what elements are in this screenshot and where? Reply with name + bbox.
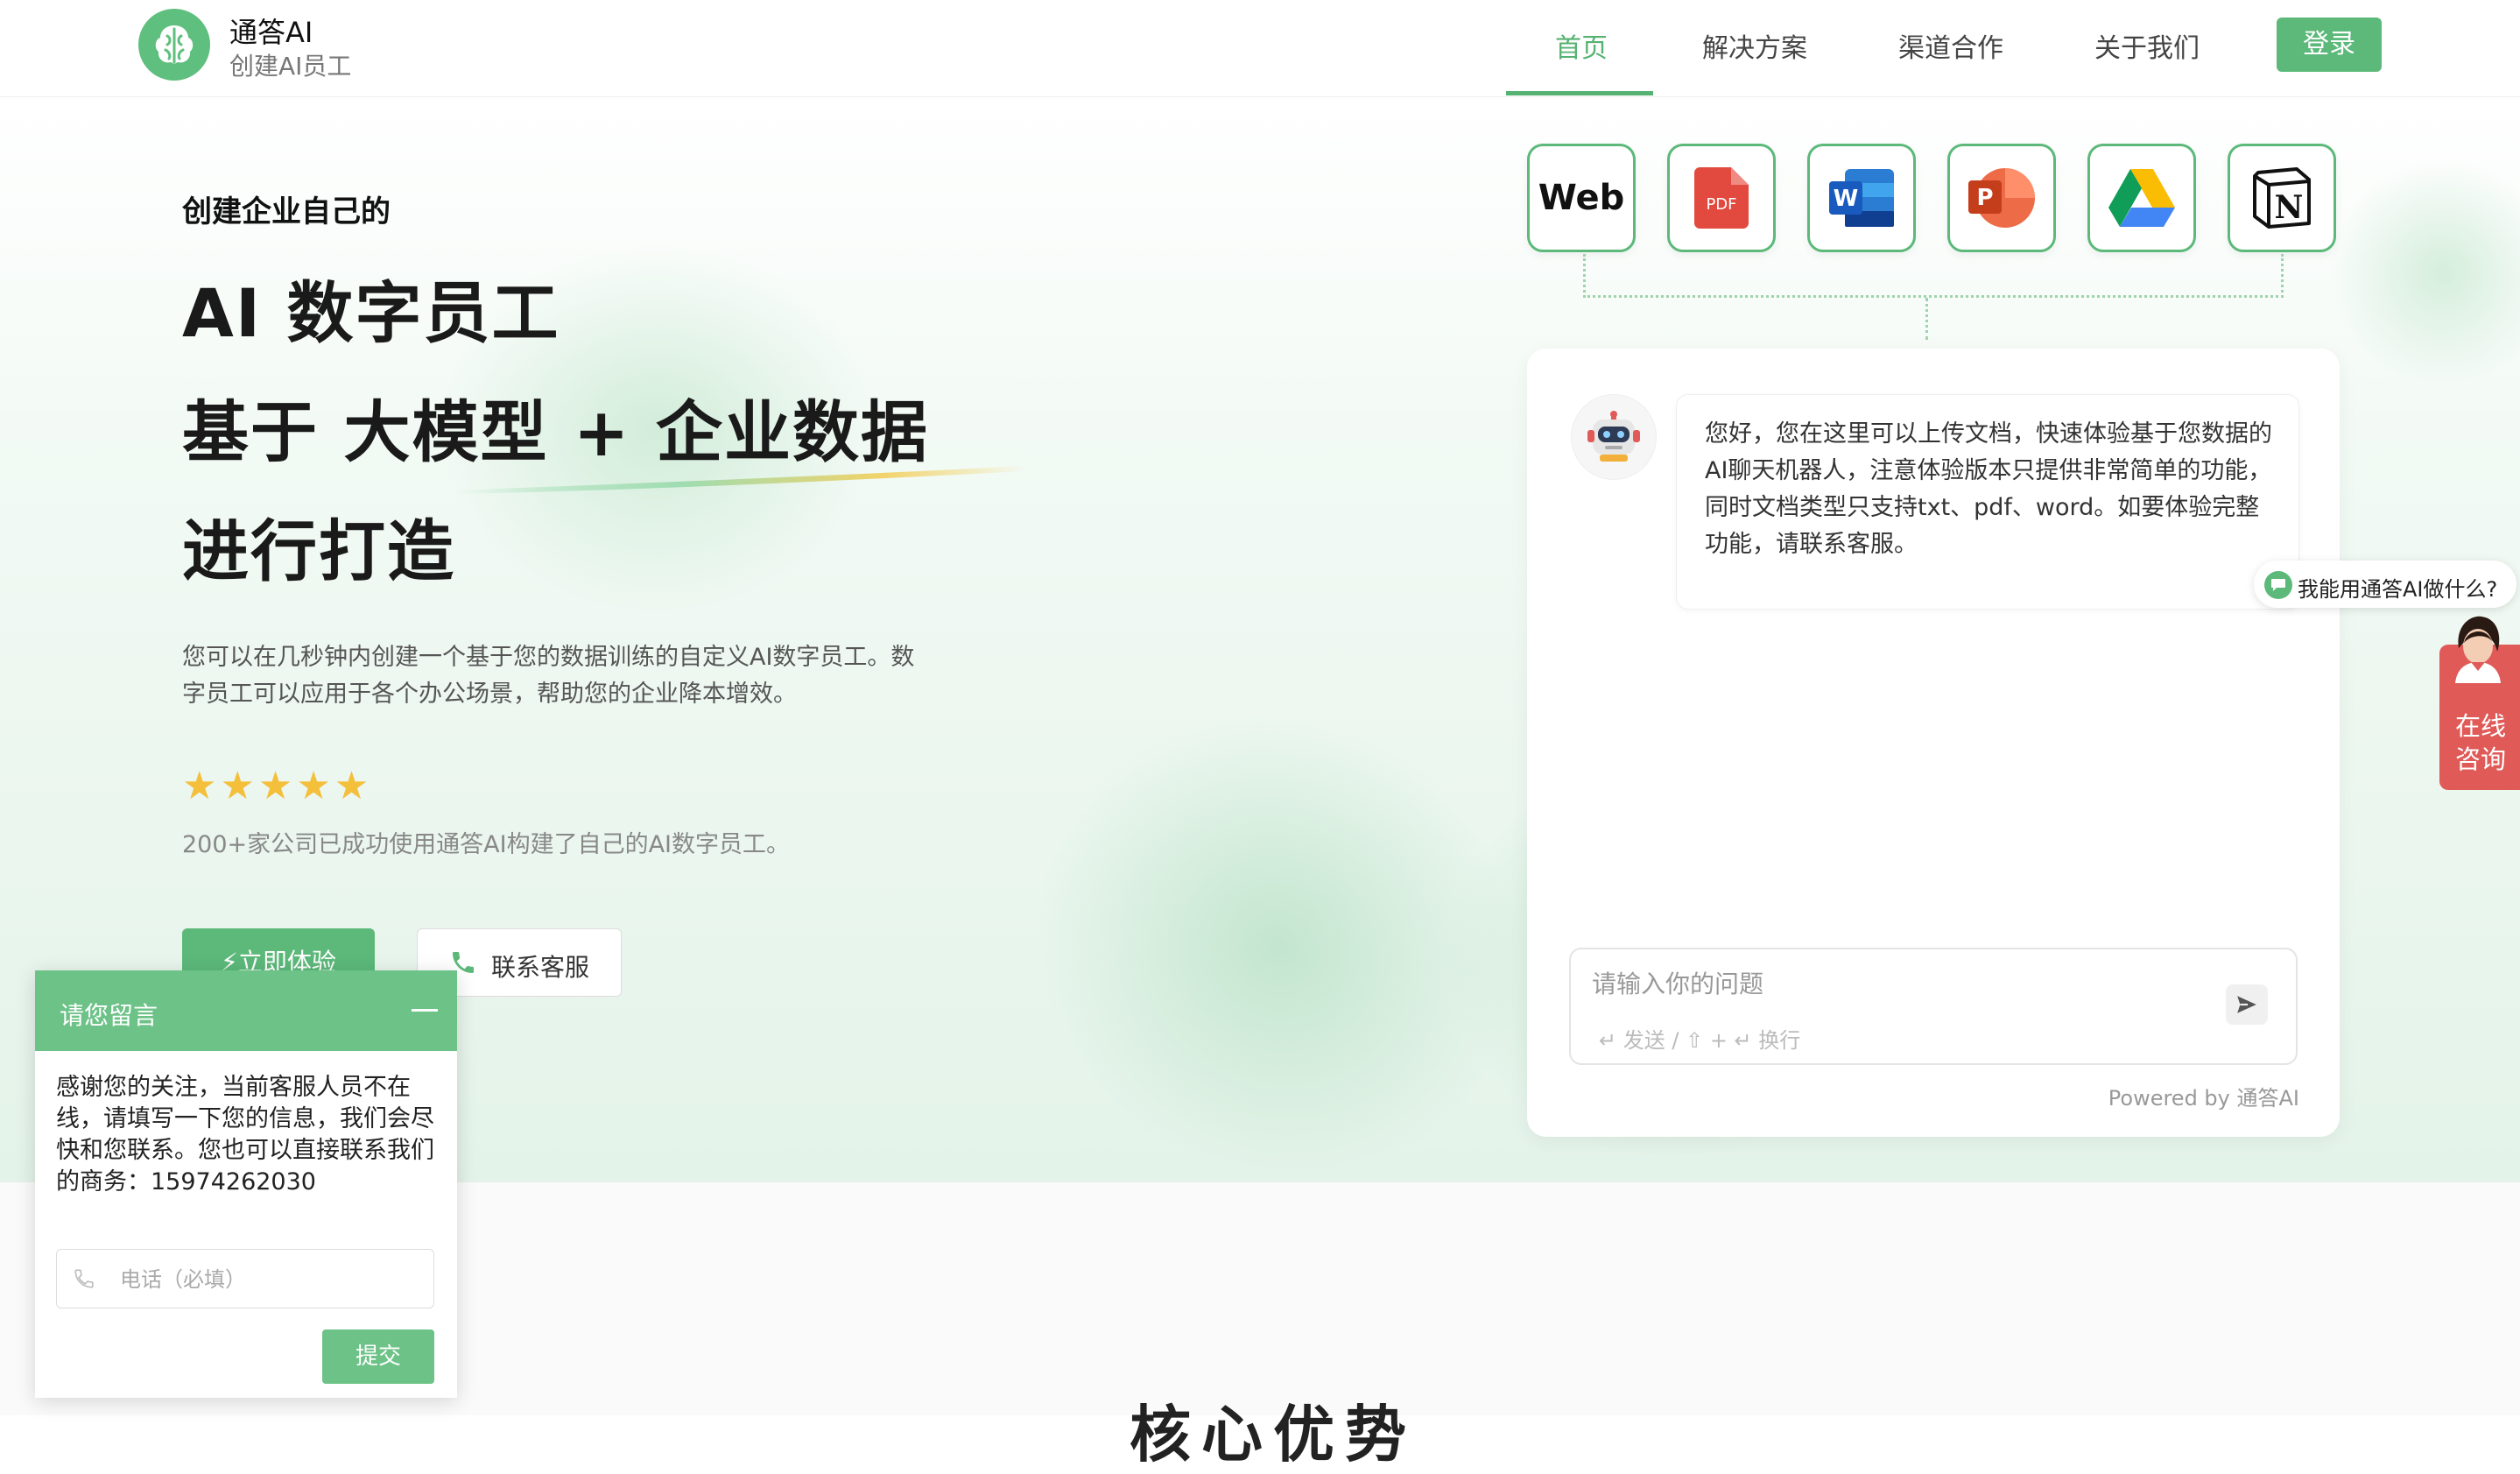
minimize-icon[interactable] xyxy=(412,1009,438,1012)
hero-title-line-2: 基于 大模型 + 企业数据 xyxy=(182,393,930,471)
source-tile-google-drive[interactable] xyxy=(2087,144,2196,252)
nav-active-indicator xyxy=(1506,91,1653,95)
nav-about-us[interactable]: 关于我们 xyxy=(2094,26,2200,65)
notion-icon: N xyxy=(2253,167,2311,229)
source-tile-pdf[interactable]: PDF xyxy=(1667,144,1776,252)
online-consult-label: 在线咨询 xyxy=(2455,711,2507,774)
hero-description: 您可以在几秒钟内创建一个基于您的数据训练的自定义AI数字员工。数字员工可以应用于… xyxy=(182,644,915,708)
popup-message-text: 感谢您的关注，当前客服人员不在线，请填写一下您的信息，我们会尽快和您联系。您也可… xyxy=(56,1074,434,1195)
social-proof-text: 200+家公司已成功使用通答AI构建了自己的AI数字员工。 xyxy=(182,831,791,858)
popup-title: 请您留言 xyxy=(60,1001,158,1030)
chatbot-demo-card: 您好，您在这里可以上传文档，快速体验基于您数据的AI聊天机器人，注意体验版本只提… xyxy=(1527,349,2340,1137)
powerpoint-icon-letter: P xyxy=(1976,185,1993,211)
brand-logo-icon[interactable] xyxy=(138,9,210,81)
brand-name: 通答AI xyxy=(229,16,313,49)
hero-pre-title: 创建企业自己的 xyxy=(182,194,391,229)
pdf-icon: PDF xyxy=(1694,167,1749,229)
question-input[interactable] xyxy=(1590,965,2207,1002)
nav-channel-partners[interactable]: 渠道合作 xyxy=(1898,26,2003,65)
submit-button[interactable]: 提交 xyxy=(322,1329,434,1384)
powered-by-text: Powered by 通答AI xyxy=(2108,1086,2299,1111)
bot-message-bubble: 您好，您在这里可以上传文档，快速体验基于您数据的AI聊天机器人，注意体验版本只提… xyxy=(1676,394,2299,610)
word-icon: W xyxy=(1829,169,1894,227)
phone-field-wrapper xyxy=(56,1249,434,1308)
notion-icon-letter: N xyxy=(2275,189,2304,226)
source-connector-line xyxy=(1583,254,2284,298)
ask-prompt-label: 我能用通答AI做什么? xyxy=(2298,577,2498,602)
keyboard-hint: ↵ 发送 / ⇧ + ↵ 换行 xyxy=(1599,1028,1801,1053)
chat-bubble-icon xyxy=(2264,571,2292,599)
pdf-icon-text: PDF xyxy=(1706,195,1736,214)
google-drive-icon xyxy=(2108,169,2175,227)
phone-icon xyxy=(74,1269,94,1288)
web-icon: Web xyxy=(1538,178,1625,218)
brand-tagline: 创建AI员工 xyxy=(229,52,352,81)
chat-input-box: ↵ 发送 / ⇧ + ↵ 换行 xyxy=(1569,948,2298,1065)
hero-title-line-1: AI 数字员工 xyxy=(182,274,560,352)
source-tile-web[interactable]: Web xyxy=(1527,144,1636,252)
source-tile-word[interactable]: W xyxy=(1807,144,1916,252)
login-button[interactable]: 登录 xyxy=(2277,18,2382,72)
popup-header: 请您留言 xyxy=(35,970,457,1051)
highlight-swoosh xyxy=(455,466,1024,494)
service-agent-avatar-icon xyxy=(2455,616,2501,683)
word-icon-letter: W xyxy=(1834,186,1859,212)
source-connector-drop xyxy=(1925,298,1928,340)
phone-input[interactable] xyxy=(118,1264,411,1295)
rating-stars: ★★★★★ xyxy=(182,764,373,808)
hero-title-line-3: 进行打造 xyxy=(182,512,455,590)
nav-home[interactable]: 首页 xyxy=(1555,26,1608,65)
ask-what-can-i-do-pill[interactable]: 我能用通答AI做什么? xyxy=(2254,561,2516,608)
send-icon xyxy=(2237,996,2256,1013)
source-tile-notion[interactable]: N xyxy=(2228,144,2336,252)
leave-message-popup: 请您留言 感谢您的关注，当前客服人员不在线，请填写一下您的信息，我们会尽快和您联… xyxy=(35,970,457,1398)
robot-avatar-icon xyxy=(1571,394,1657,480)
bot-greeting-text: 您好，您在这里可以上传文档，快速体验基于您数据的AI聊天机器人，注意体验版本只提… xyxy=(1705,420,2272,558)
powerpoint-icon: P xyxy=(1968,168,2035,228)
section-heading: 核心优势 xyxy=(1130,1399,1417,1470)
source-tile-powerpoint[interactable]: P xyxy=(1947,144,2056,252)
send-button[interactable] xyxy=(2226,984,2268,1025)
nav-solutions[interactable]: 解决方案 xyxy=(1702,26,1807,65)
top-header: 通答AI 创建AI员工 首页 解决方案 渠道合作 关于我们 登录 xyxy=(0,0,2520,97)
contact-service-label: 联系客服 xyxy=(491,953,590,982)
